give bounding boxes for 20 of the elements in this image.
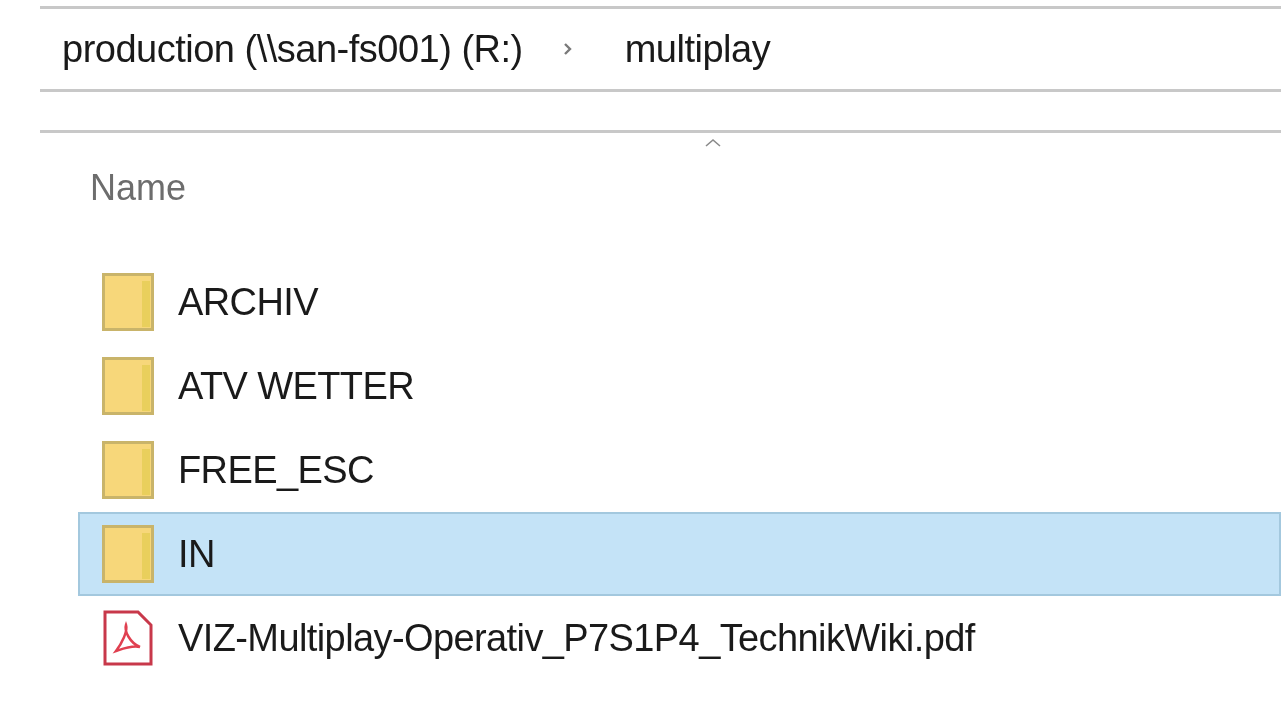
file-row[interactable]: ARCHIV <box>78 260 1281 344</box>
file-name: VIZ-Multiplay-Operativ_P7S1P4_TechnikWiki.pdf <box>178 616 975 660</box>
chevron-right-icon[interactable] <box>562 42 573 56</box>
file-row[interactable]: VIZ-Multiplay-Operativ_P7S1P4_TechnikWiki.pdf <box>78 596 1281 680</box>
file-row[interactable]: FREE_ESC <box>78 428 1281 512</box>
file-row[interactable]: ATV WETTER <box>78 344 1281 428</box>
folder-icon <box>102 273 154 331</box>
file-name: IN <box>178 532 215 576</box>
file-name: ARCHIV <box>178 280 318 324</box>
file-name: ATV WETTER <box>178 364 415 408</box>
pdf-document-icon <box>102 609 154 667</box>
folder-icon <box>102 441 154 499</box>
breadcrumb-item[interactable]: multiplay <box>624 27 771 71</box>
breadcrumb-item[interactable]: production (\\san-fs001) (R:) <box>62 27 523 71</box>
folder-icon <box>102 525 154 583</box>
file-row[interactable]: IN <box>78 512 1281 596</box>
column-header[interactable]: Name <box>90 167 187 209</box>
file-name: FREE_ESC <box>178 448 374 492</box>
address-bar[interactable]: production (\\san-fs001) (R:) multiplay <box>40 6 1281 92</box>
folder-icon <box>102 357 154 415</box>
